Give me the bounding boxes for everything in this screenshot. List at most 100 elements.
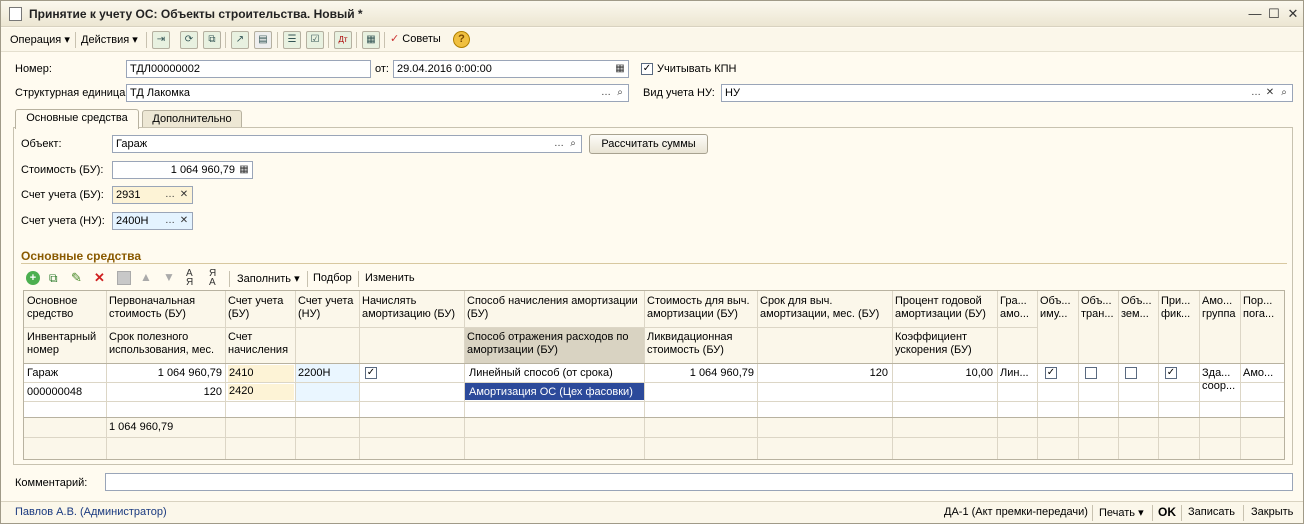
select-dots-icon[interactable]: …	[552, 136, 566, 152]
col-header-amort-method[interactable]: Способ начисления амортизации (БУ)	[467, 295, 642, 321]
col-header-inventory[interactable]: Инвентарный номер	[27, 331, 105, 357]
search-icon[interactable]: ⌕	[613, 85, 627, 101]
print-icon[interactable]: ▤	[254, 31, 272, 49]
cell-asset-name[interactable]: Гараж	[27, 367, 105, 380]
cell-land-checkbox[interactable]	[1125, 367, 1137, 379]
ok-button[interactable]: OK	[1158, 505, 1176, 519]
select-dots-icon[interactable]: …	[163, 187, 177, 203]
change-button[interactable]: Изменить	[365, 272, 415, 284]
cell-inventory[interactable]: 000000048	[27, 386, 105, 399]
cell-reflect-method[interactable]: Амортизация ОС (Цех фасовки)	[469, 386, 643, 399]
minimize-icon[interactable]: —	[1247, 6, 1263, 22]
maximize-icon[interactable]: ☐	[1266, 6, 1282, 22]
actions-menu[interactable]: Действия ▾	[81, 33, 138, 46]
close-button[interactable]: Закрыть	[1251, 506, 1293, 518]
number-field[interactable]: ТДЛ00000002	[126, 60, 371, 78]
select-dots-icon[interactable]: …	[1249, 85, 1263, 101]
object-field[interactable]: Гараж … ⌕	[112, 135, 582, 153]
cell-amort-method[interactable]: Линейный способ (от срока)	[469, 367, 643, 380]
cost-field[interactable]: 1 064 960,79 ▦	[112, 161, 253, 179]
cell-useful-life[interactable]: 120	[109, 386, 222, 399]
col-header-liquidation[interactable]: Ликвидационная стоимость (БУ)	[647, 331, 755, 357]
save-row-icon[interactable]	[117, 271, 131, 285]
col-header-amort-cost[interactable]: Стоимость для выч. амортизации (БУ)	[647, 295, 755, 321]
kpn-checkbox[interactable]: ✓	[641, 63, 653, 75]
cell-acc-charge[interactable]: 2420	[228, 384, 294, 400]
cell-charge-amort-checkbox[interactable]: ✓	[365, 367, 377, 379]
col-header-charge-amort[interactable]: Начислять амортизацию (БУ)	[362, 295, 462, 321]
col-header-amort-group[interactable]: Амо... группа	[1202, 295, 1239, 321]
save-button[interactable]: Записать	[1188, 506, 1235, 518]
col-header-reflect-method[interactable]: Способ отражения расходов по амортизации…	[467, 331, 642, 357]
search-icon[interactable]: ⌕	[1277, 85, 1291, 101]
copy-row-icon[interactable]: ⧉	[49, 271, 63, 285]
checklist-icon[interactable]: ☑	[306, 31, 324, 49]
calendar-icon[interactable]: ▦	[613, 61, 627, 77]
post-icon[interactable]: ⇥	[152, 31, 170, 49]
advice-button[interactable]: ✓ Советы	[390, 32, 441, 45]
cell-graph[interactable]: Лин...	[1000, 367, 1036, 380]
operation-menu[interactable]: Операция ▾	[10, 33, 70, 46]
col-header-acc-nu[interactable]: Счет учета (НУ)	[298, 295, 358, 321]
col-header-land[interactable]: Объ... зем...	[1121, 295, 1157, 321]
assets-table[interactable]: Основное средство Инвентарный номер Перв…	[23, 290, 1285, 460]
clear-icon[interactable]: ✕	[177, 187, 191, 203]
cell-amort-cost[interactable]: 1 064 960,79	[647, 367, 754, 380]
list-icon[interactable]: ☰	[283, 31, 301, 49]
cell-fixed-checkbox[interactable]: ✓	[1165, 367, 1177, 379]
comment-field[interactable]	[105, 473, 1293, 491]
cell-amort-group[interactable]: Зда... соор...	[1202, 367, 1238, 393]
col-header-acc-charge[interactable]: Счет начисления	[228, 331, 294, 357]
select-dots-icon[interactable]: …	[163, 213, 177, 229]
col-header-acc-bu[interactable]: Счет учета (БУ)	[228, 295, 294, 321]
acc-bu-field[interactable]: 2931 … ✕	[112, 186, 193, 204]
cell-acc-nu[interactable]: 2200Н	[298, 367, 358, 380]
cell-acc-bu[interactable]: 2410	[228, 365, 294, 382]
close-icon[interactable]: ✕	[1285, 6, 1301, 22]
clear-icon[interactable]: ✕	[1263, 85, 1277, 101]
nu-field[interactable]: НУ … ✕ ⌕	[721, 84, 1293, 102]
tab-main-assets[interactable]: Основные средства	[15, 109, 139, 129]
calc-sums-button[interactable]: Рассчитать суммы	[589, 134, 708, 154]
search-icon[interactable]: ⌕	[566, 136, 580, 152]
cell-initial-cost[interactable]: 1 064 960,79	[109, 367, 222, 380]
edit-row-icon[interactable]: ✎	[71, 270, 85, 285]
col-header-property[interactable]: Объ... иму...	[1040, 295, 1077, 321]
export-icon[interactable]: ↗	[231, 31, 249, 49]
col-header-order[interactable]: Пор... пога...	[1243, 295, 1283, 321]
col-header-initial-cost[interactable]: Первоначальная стоимость (БУ)	[109, 295, 223, 321]
clear-icon[interactable]: ✕	[177, 213, 191, 229]
sort-desc-icon[interactable]: ЯА	[209, 269, 216, 288]
col-header-annual-percent[interactable]: Процент годовой амортизации (БУ)	[895, 295, 995, 321]
copy-icon[interactable]: ⧉	[203, 31, 221, 49]
acc-nu-field[interactable]: 2400Н … ✕	[112, 212, 193, 230]
date-field[interactable]: 29.04.2016 0:00:00 ▦	[393, 60, 629, 78]
cell-transport-checkbox[interactable]	[1085, 367, 1097, 379]
cell-annual-percent[interactable]: 10,00	[895, 367, 993, 380]
cell-property-checkbox[interactable]: ✓	[1045, 367, 1057, 379]
fill-menu[interactable]: Заполнить ▾	[237, 272, 300, 285]
dt-kt-icon[interactable]: Дт	[334, 31, 352, 49]
refresh-icon[interactable]: ⟳	[180, 31, 198, 49]
sort-asc-icon[interactable]: АЯ	[186, 269, 193, 288]
col-header-useful-life[interactable]: Срок полезного использования, мес.	[109, 331, 223, 357]
col-header-amort-months[interactable]: Срок для выч. амортизации, мес. (БУ)	[760, 295, 890, 321]
add-row-icon[interactable]: +	[26, 271, 40, 285]
cell-amort-months[interactable]: 120	[760, 367, 888, 380]
unit-field[interactable]: ТД Лакомка … ⌕	[126, 84, 629, 102]
cell-order[interactable]: Амо...	[1243, 367, 1283, 380]
col-header-fixed[interactable]: При... фик...	[1161, 295, 1198, 321]
col-header-acceleration[interactable]: Коэффициент ускорения (БУ)	[895, 331, 995, 357]
col-header-asset[interactable]: Основное средство	[27, 295, 105, 321]
move-down-icon[interactable]: ▼	[163, 270, 175, 284]
move-up-icon[interactable]: ▲	[140, 270, 152, 284]
report-icon[interactable]: ▦	[362, 31, 380, 49]
calculator-icon[interactable]: ▦	[237, 162, 251, 178]
select-dots-icon[interactable]: …	[599, 85, 613, 101]
col-header-graph[interactable]: Гра... амо...	[1000, 295, 1036, 321]
help-icon[interactable]: ?	[453, 31, 470, 48]
print-menu[interactable]: Печать ▾	[1099, 506, 1144, 519]
print-form-link[interactable]: ДА-1 (Акт премки-передачи)	[944, 506, 1088, 518]
delete-row-icon[interactable]: ✕	[94, 270, 108, 285]
select-button[interactable]: Подбор	[313, 272, 352, 284]
